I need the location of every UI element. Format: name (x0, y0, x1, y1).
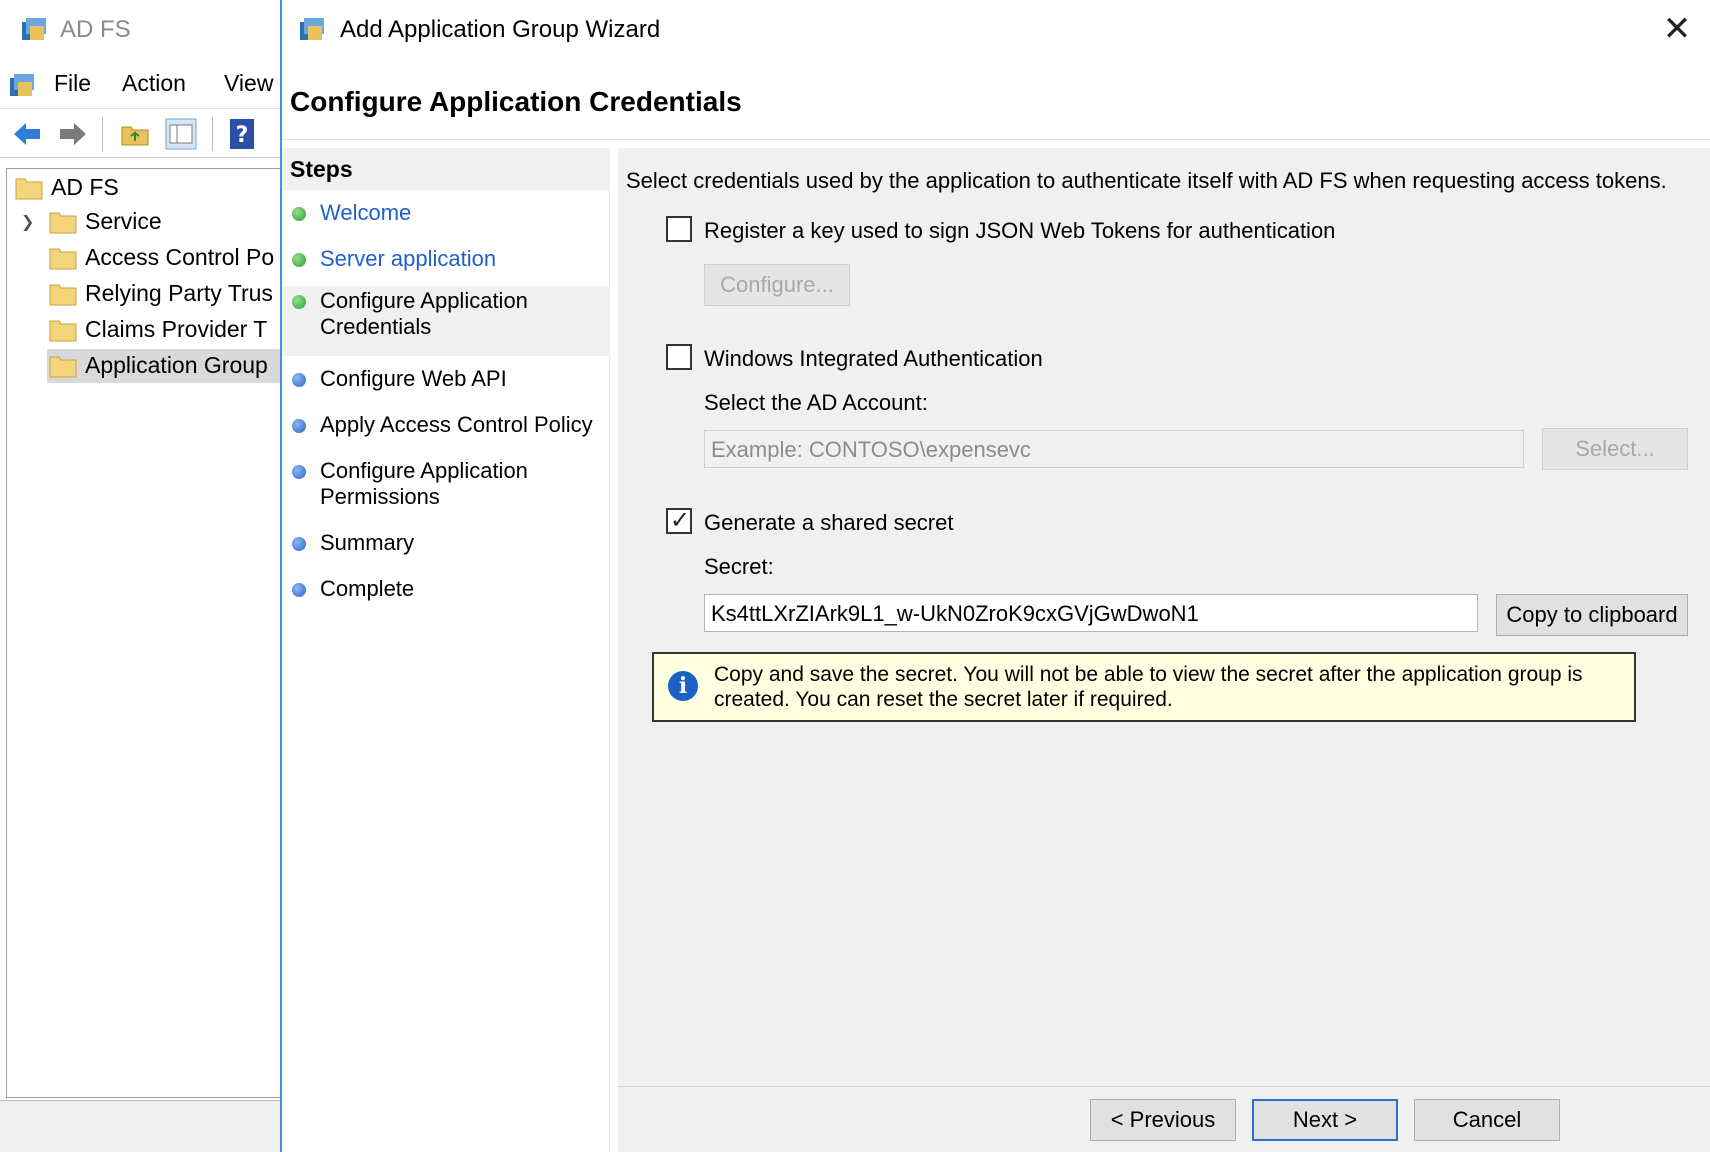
wizard-title: Add Application Group Wizard (340, 16, 661, 43)
step-pending-icon (292, 465, 306, 479)
menu-action[interactable]: Action (122, 70, 186, 97)
step-complete: Complete (282, 574, 610, 612)
mmc-menubar: File Action View (0, 64, 282, 104)
select-account-button[interactable]: Select... (1542, 428, 1688, 470)
step-configure-application-permissions: Configure Application Permissions (282, 456, 610, 516)
steps-header: Steps (282, 148, 610, 190)
secret-info-box: i Copy and save the secret. You will not… (652, 652, 1636, 722)
toolbar-separator (212, 117, 213, 151)
previous-button[interactable]: < Previous (1090, 1099, 1236, 1141)
ad-account-input[interactable]: Example: CONTOSO\expensevc (704, 430, 1524, 468)
step-welcome[interactable]: Welcome (282, 198, 610, 236)
up-folder-icon[interactable] (118, 117, 152, 151)
adfs-app-icon (22, 18, 46, 40)
register-jwt-key-label: Register a key used to sign JSON Web Tok… (704, 218, 1336, 243)
step-pending-icon (292, 373, 306, 387)
toolbar-separator (102, 117, 103, 151)
info-icon: i (668, 671, 698, 701)
folder-icon (49, 356, 77, 378)
mmc-status-bar (0, 1100, 282, 1152)
forward-arrow-icon[interactable] (56, 117, 90, 151)
menu-view[interactable]: View (224, 70, 273, 97)
step-configure-application-credentials: Configure Application Credentials (282, 286, 610, 356)
step-pending-icon (292, 583, 306, 597)
menu-file[interactable]: File (54, 70, 91, 97)
windows-integrated-auth-label: Windows Integrated Authentication (704, 346, 1043, 371)
close-icon[interactable]: ✕ (1656, 10, 1698, 50)
secret-label: Secret: (704, 554, 774, 579)
chevron-right-icon[interactable]: ❯ (21, 212, 34, 232)
steps-pane: Steps Welcome Server application Configu… (282, 148, 610, 1152)
generate-shared-secret-label: Generate a shared secret (704, 510, 954, 535)
back-arrow-icon[interactable] (10, 117, 44, 151)
wizard-title-bar: Add Application Group Wizard ✕ (282, 0, 1710, 60)
page-title: Configure Application Credentials (290, 86, 742, 117)
secret-field[interactable]: Ks4ttLXrZIArk9L1_w-UkN0ZroK9cxGVjGwDwoN1 (704, 594, 1478, 632)
step-pending-icon (292, 419, 306, 433)
cancel-button[interactable]: Cancel (1414, 1099, 1560, 1141)
step-apply-access-control-policy: Apply Access Control Policy (282, 410, 610, 448)
show-hide-console-tree-icon[interactable] (164, 117, 198, 151)
next-button[interactable]: Next > (1252, 1099, 1398, 1141)
register-jwt-key-checkbox[interactable] (666, 216, 692, 242)
folder-icon (49, 248, 77, 270)
step-complete-icon (292, 253, 306, 267)
svg-text:?: ? (236, 123, 249, 148)
secret-info-text: Copy and save the secret. You will not b… (714, 663, 1583, 711)
mmc-window: AD FS File Action View ? AD FS ❯ Service… (0, 0, 282, 1152)
folder-icon (49, 212, 77, 234)
add-application-group-wizard: Add Application Group Wizard ✕ Configure… (280, 0, 1710, 1152)
step-summary: Summary (282, 528, 610, 566)
mmc-title-bar: AD FS (0, 0, 282, 60)
wizard-footer: < Previous Next > Cancel (618, 1086, 1710, 1152)
mmc-toolbar: ? (0, 108, 282, 158)
step-server-application[interactable]: Server application (282, 244, 610, 282)
copy-to-clipboard-button[interactable]: Copy to clipboard (1496, 594, 1688, 636)
configure-button[interactable]: Configure... (704, 264, 850, 306)
generate-shared-secret-checkbox[interactable] (666, 506, 692, 535)
step-complete-icon (292, 207, 306, 221)
folder-icon (49, 284, 77, 306)
content-pane: Select credentials used by the applicati… (618, 148, 1710, 1086)
adfs-app-icon (300, 18, 324, 40)
wizard-header: Configure Application Credentials (282, 60, 1710, 140)
step-current-icon (292, 295, 306, 309)
console-tree: AD FS ❯ Service Access Control Po Relyin… (6, 168, 282, 1098)
intro-text: Select credentials used by the applicati… (626, 168, 1667, 193)
windows-integrated-auth-checkbox[interactable] (666, 344, 692, 370)
mmc-title: AD FS (60, 16, 131, 43)
step-pending-icon (292, 537, 306, 551)
folder-icon (49, 320, 77, 342)
folder-icon (15, 178, 43, 200)
adfs-menu-icon (10, 74, 34, 96)
step-configure-web-api: Configure Web API (282, 364, 610, 402)
ad-account-label: Select the AD Account: (704, 390, 928, 415)
help-icon[interactable]: ? (226, 117, 260, 151)
